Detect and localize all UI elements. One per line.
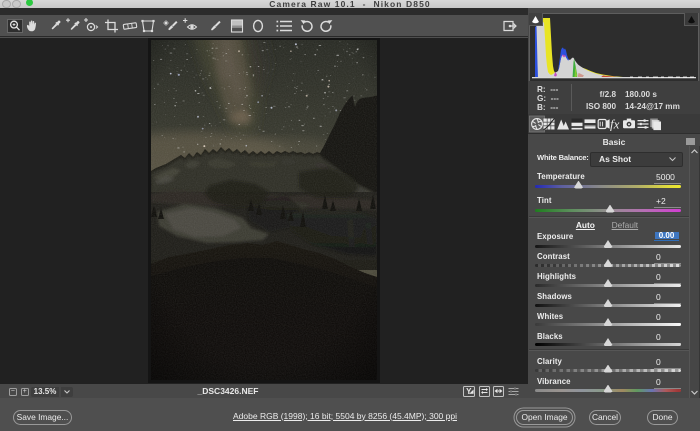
svg-text:fx: fx (610, 116, 620, 131)
